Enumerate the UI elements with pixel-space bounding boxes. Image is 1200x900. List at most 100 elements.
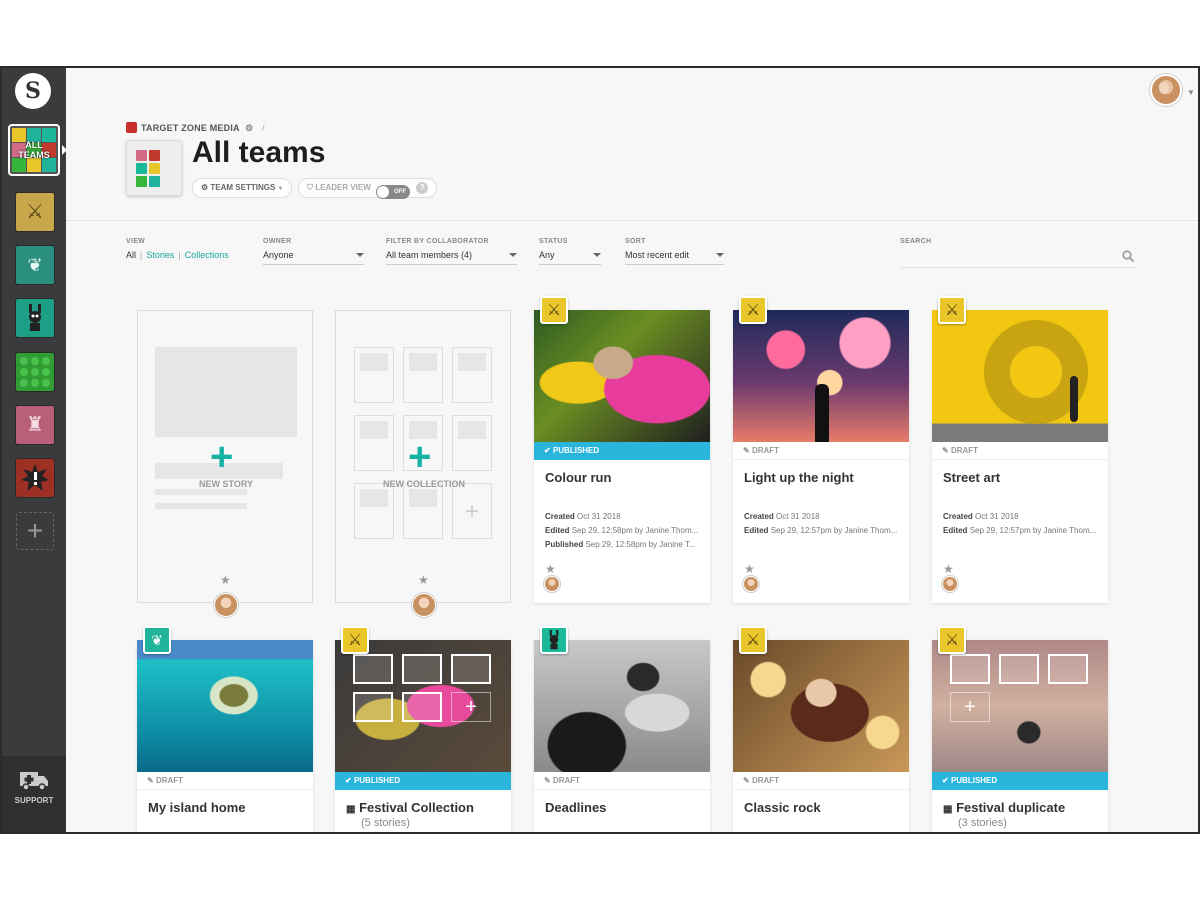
- sidebar-team-alert[interactable]: [15, 458, 55, 498]
- team-badge-swords: ⚔: [739, 626, 767, 654]
- org-name-link[interactable]: TARGET ZONE MEDIA: [141, 123, 239, 133]
- support-label: SUPPORT: [14, 796, 54, 805]
- owner-value: Anyone: [263, 250, 294, 260]
- new-collection-label: NEW COLLECTION: [383, 479, 465, 489]
- collection-title: ▦ Festival duplicate: [943, 800, 1066, 815]
- team-mosaic-icon: [126, 140, 182, 196]
- view-filter: VIEW All | Stories | Collections: [126, 238, 229, 260]
- crossed-swords-icon: ⚔: [546, 302, 562, 319]
- status-badge: ✎ DRAFT: [733, 442, 909, 460]
- crossed-swords-icon: ⚔: [347, 632, 363, 649]
- sort-filter: SORT Most recent edit: [625, 238, 724, 265]
- story-card[interactable]: ⚔ ✔ PUBLISHED Colour run Created Oct 31 …: [534, 296, 710, 603]
- sidebar-team-castle[interactable]: ♜: [15, 405, 55, 445]
- search-icon[interactable]: [1122, 250, 1134, 262]
- story-title: Street art: [943, 470, 1001, 485]
- created-meta: Created Oct 31 2018: [545, 512, 621, 521]
- owner-filter: OWNER Anyone: [263, 238, 364, 265]
- team-badge-swords: ⚔: [938, 626, 966, 654]
- story-title: Colour run: [545, 470, 612, 485]
- gear-icon[interactable]: ⚙: [245, 123, 253, 133]
- story-card[interactable]: ❦ ✎ DRAFT My island home: [137, 626, 313, 832]
- team-settings-button[interactable]: ⚙ TEAM SETTINGS ▼: [192, 178, 293, 198]
- story-card[interactable]: ⚔ ✎ DRAFT Classic rock: [733, 626, 909, 832]
- collection-title: ▦ Festival Collection: [346, 800, 474, 815]
- crossed-swords-icon: ⚔: [944, 632, 960, 649]
- edited-meta: Edited Sep 29, 12:57pm by Janine Thom...: [744, 526, 898, 535]
- story-card[interactable]: ⚔ ✎ DRAFT Light up the night Created Oct…: [733, 296, 909, 603]
- star-icon[interactable]: ★: [744, 562, 755, 576]
- leader-view-toggle[interactable]: OFF: [376, 185, 411, 199]
- robot-bunny-icon: [549, 630, 559, 650]
- shield-icon: ⛉: [307, 183, 313, 192]
- star-icon[interactable]: ★: [418, 573, 429, 587]
- story-image: [932, 310, 1108, 442]
- breadcrumb-separator: /: [262, 123, 265, 133]
- toggle-state-label: OFF: [394, 189, 407, 195]
- sidebar-team-leaf[interactable]: ❦: [15, 245, 55, 285]
- sidebar-item-all-teams[interactable]: ALL TEAMS: [8, 124, 60, 176]
- sort-select[interactable]: Most recent edit: [625, 250, 724, 265]
- support-button[interactable]: SUPPORT: [2, 756, 66, 832]
- page-title: All teams: [192, 136, 326, 169]
- chevron-down-icon[interactable]: ▼: [1187, 88, 1195, 97]
- collection-card[interactable]: + ⚔ ✔ PUBLISHED ▦ Festival duplicate (3 …: [932, 626, 1108, 832]
- help-icon[interactable]: ?: [416, 182, 429, 194]
- header-divider: [66, 220, 1198, 221]
- team-badge-leaf: ❦: [143, 626, 171, 654]
- status-caption: STATUS: [539, 238, 568, 245]
- star-icon[interactable]: ★: [545, 562, 556, 576]
- team-badge-swords: ⚔: [739, 296, 767, 324]
- new-story-card[interactable]: + NEW STORY ★: [137, 310, 313, 617]
- search-input[interactable]: [900, 250, 1136, 268]
- user-avatar[interactable]: [1150, 74, 1182, 106]
- grid-icon: ▦: [943, 804, 953, 815]
- sidebar-team-lego[interactable]: [15, 352, 55, 392]
- sidebar-team-swords[interactable]: ⚔: [15, 192, 55, 232]
- story-card[interactable]: ✎ DRAFT Deadlines: [534, 626, 710, 832]
- new-collection-card[interactable]: + + NEW COLLECTION ★: [335, 310, 511, 617]
- owner-avatar: [412, 593, 436, 617]
- owner-select[interactable]: Anyone: [263, 250, 364, 265]
- published-meta: Published Sep 29, 12:58pm by Janine T...: [545, 540, 696, 549]
- view-stories-tab[interactable]: Stories: [146, 250, 174, 260]
- story-title: Classic rock: [744, 800, 821, 815]
- story-image: [534, 310, 710, 442]
- leaf-icon: ❦: [151, 631, 163, 648]
- edited-meta: Edited Sep 29, 12:57pm by Janine Thom...: [943, 526, 1097, 535]
- team-settings-label: TEAM SETTINGS: [210, 183, 276, 192]
- status-badge: ✎ DRAFT: [534, 772, 710, 790]
- owner-caption: OWNER: [263, 238, 292, 245]
- leader-view-control: ⛉ LEADER VIEW OFF ?: [298, 178, 438, 199]
- collaborator-value: All team members (4): [386, 250, 473, 260]
- crossed-swords-icon: ⚔: [26, 201, 44, 223]
- team-badge-swords: ⚔: [938, 296, 966, 324]
- sort-caption: SORT: [625, 238, 646, 245]
- sidebar-team-robot[interactable]: [15, 298, 55, 338]
- view-all-tab[interactable]: All: [126, 250, 136, 260]
- main-content: ▼ TARGET ZONE MEDIA ⚙ / All teams ⚙ TEAM…: [66, 68, 1198, 832]
- sort-value: Most recent edit: [625, 250, 690, 260]
- view-collections-tab[interactable]: Collections: [185, 250, 229, 260]
- collaborator-filter: FILTER BY COLLABORATOR All team members …: [386, 238, 517, 265]
- collaborator-select[interactable]: All team members (4): [386, 250, 517, 265]
- add-team-button[interactable]: +: [16, 512, 54, 550]
- status-value: Any: [539, 250, 555, 260]
- chevron-down-icon: [716, 253, 724, 257]
- star-icon[interactable]: ★: [943, 562, 954, 576]
- robot-bunny-icon: [29, 304, 41, 331]
- team-badge-swords: ⚔: [341, 626, 369, 654]
- collection-card[interactable]: + ⚔ ✔ PUBLISHED ▦ Festival Collection (5…: [335, 626, 511, 832]
- star-icon[interactable]: ★: [220, 573, 231, 587]
- castle-icon: ♜: [26, 414, 44, 436]
- plus-icon: +: [210, 435, 234, 479]
- story-card[interactable]: ⚔ ✎ DRAFT Street art Created Oct 31 2018…: [932, 296, 1108, 603]
- status-select[interactable]: Any: [539, 250, 601, 265]
- status-badge: ✎ DRAFT: [137, 772, 313, 790]
- search-caption: SEARCH: [900, 238, 932, 245]
- app-logo[interactable]: S: [15, 73, 51, 109]
- breadcrumb: TARGET ZONE MEDIA ⚙ /: [126, 122, 265, 134]
- org-logo-icon: [126, 122, 137, 133]
- story-image: [733, 640, 909, 772]
- collection-count: (5 stories): [361, 817, 410, 829]
